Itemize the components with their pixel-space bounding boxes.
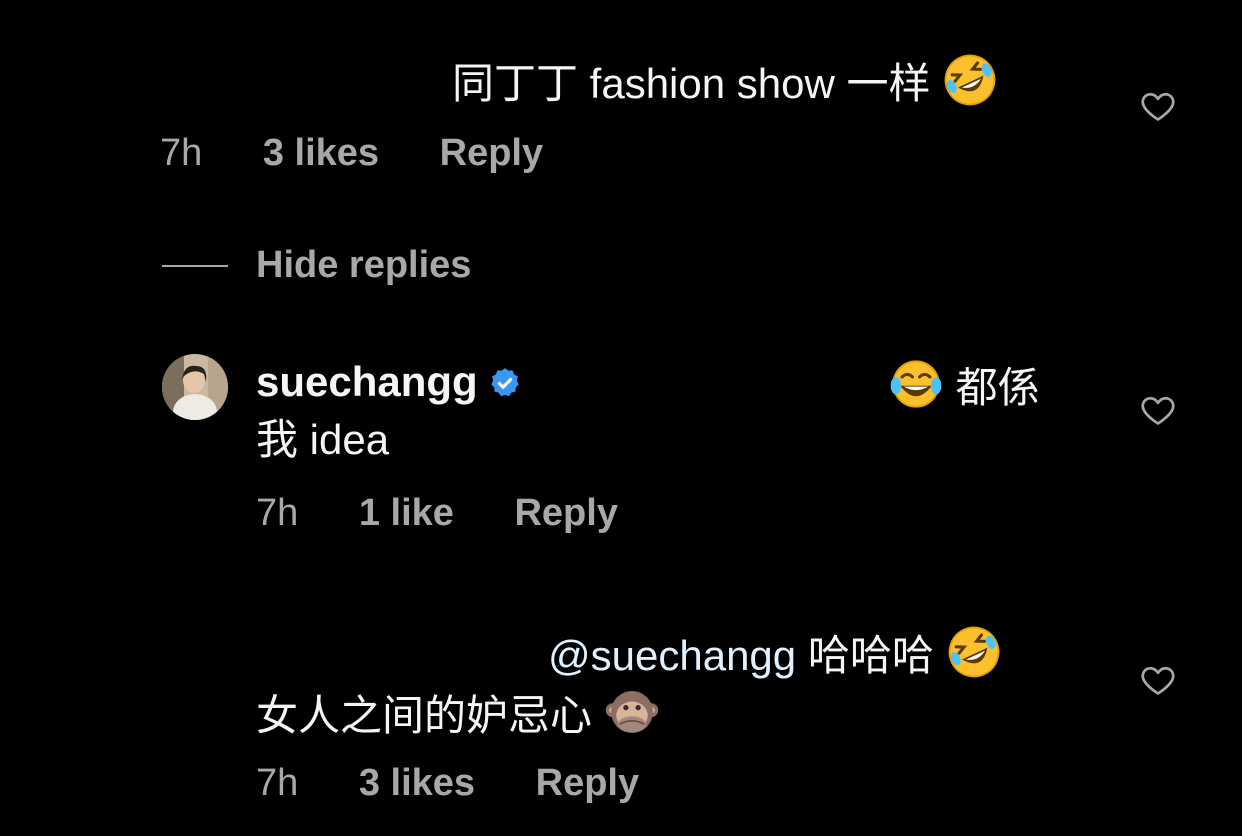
mention-link[interactable]: @suechangg — [548, 632, 796, 679]
reply-text-line1-body: 都係 — [955, 364, 1040, 411]
reply-text-line1-body: 哈哈哈 — [807, 632, 934, 679]
reply-text-line2: 我 idea — [256, 416, 390, 463]
comment-time: 7h — [160, 132, 203, 174]
reply-likes-link[interactable]: 1 like — [359, 492, 454, 534]
reply-text-line2-body: 女人之间的妒忌心 — [256, 692, 593, 739]
reply-username[interactable]: suechangg — [256, 356, 522, 408]
comment-meta: 7h 3 likes Reply — [160, 130, 543, 176]
reply-meta: 7h 1 like Reply — [256, 490, 618, 536]
reply-time: 7h — [256, 762, 299, 804]
comment-text: 同丁丁 fashion show 一样 — [452, 52, 998, 110]
rolling-on-floor-laughing-emoji-icon — [948, 626, 999, 678]
comment-likes-link[interactable]: 3 likes — [263, 132, 379, 174]
face-with-tears-of-joy-emoji-icon — [890, 360, 942, 408]
reply-likes-link[interactable]: 3 likes — [359, 762, 475, 804]
hide-replies-button[interactable]: Hide replies — [256, 242, 471, 288]
reply-button[interactable]: Reply — [440, 132, 543, 174]
comment-text-body: 同丁丁 fashion show 一样 — [452, 60, 931, 107]
like-heart-icon[interactable] — [1139, 88, 1177, 124]
replies-divider — [162, 265, 228, 267]
reply-time: 7h — [256, 492, 299, 534]
reply-text-line1: 都係 — [888, 356, 1040, 414]
like-heart-icon[interactable] — [1139, 662, 1177, 698]
rolling-on-floor-laughing-emoji-icon — [944, 54, 996, 106]
avatar[interactable] — [162, 354, 228, 420]
speak-no-evil-monkey-emoji-icon — [605, 691, 658, 733]
reply-text-line2: 女人之间的妒忌心 — [256, 684, 660, 742]
reply-button[interactable]: Reply — [536, 762, 639, 804]
reply-meta: 7h 3 likes Reply — [256, 760, 639, 806]
username-text[interactable]: suechangg — [256, 358, 478, 405]
avatar-image — [162, 354, 228, 420]
reply-button[interactable]: Reply — [514, 492, 617, 534]
like-heart-icon[interactable] — [1139, 392, 1177, 428]
verified-badge-icon — [490, 368, 519, 397]
reply-text-line1: @suechangg 哈哈哈 — [548, 624, 1002, 682]
